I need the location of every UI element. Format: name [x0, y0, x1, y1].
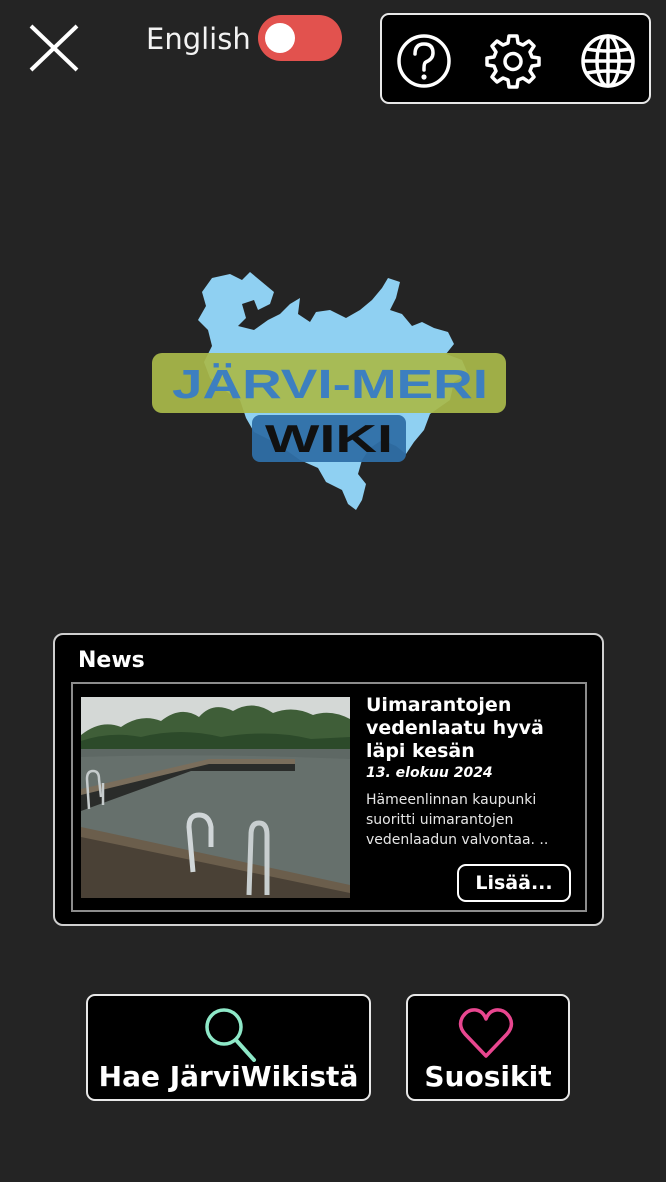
close-button[interactable] [28, 24, 80, 72]
logo-subtitle: WIKI [265, 418, 393, 461]
heart-icon [458, 1006, 514, 1062]
toggle-knob [265, 23, 295, 53]
favorites-label: Suosikit [424, 1060, 552, 1093]
close-icon [29, 24, 79, 72]
logo-title: JÄRVI-MERI [172, 361, 488, 407]
article-date: 13. elokuu 2024 [366, 765, 493, 781]
favorites-button[interactable]: Suosikit [406, 994, 570, 1101]
jarvi-meri-wiki-logo: JÄRVI-MERI WIKI [150, 270, 510, 515]
language-toggle[interactable] [258, 15, 342, 61]
search-wiki-button[interactable]: Hae JärviWikistä [86, 994, 371, 1101]
article-title[interactable]: Uimarantojen vedenlaatu hyvä läpi kesän [366, 694, 576, 763]
read-more-button[interactable]: Lisää... [457, 864, 571, 902]
settings-button[interactable] [484, 32, 542, 90]
news-panel: News Uimarantojen vedenlaatu hyvä läpi k… [53, 633, 604, 926]
search-icon [202, 1006, 258, 1062]
news-card[interactable]: Uimarantojen vedenlaatu hyvä läpi kesän … [71, 682, 587, 912]
article-excerpt: Hämeenlinnan kaupunki suoritti uimaranto… [366, 792, 549, 848]
help-icon [397, 34, 451, 88]
top-actions-panel [380, 13, 651, 104]
language-label: English [146, 22, 251, 56]
gear-icon [485, 34, 541, 89]
news-image [81, 697, 350, 898]
globe-icon [581, 34, 635, 88]
news-heading: News [78, 648, 145, 673]
help-button[interactable] [395, 32, 453, 90]
language-button[interactable] [579, 32, 637, 90]
search-wiki-label: Hae JärviWikistä [98, 1060, 359, 1093]
